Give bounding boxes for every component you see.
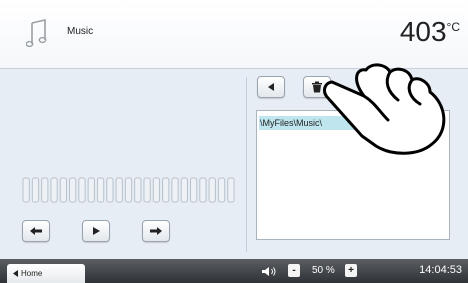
level-segment [31,177,40,203]
page-title: Music [67,26,94,37]
level-segment [106,177,114,203]
footer-bar: Home - 50 % + 14:04:53 [0,259,468,283]
speaker-icon [262,267,276,276]
folder-path-row[interactable]: \MyFiles\Music\ [259,116,360,130]
file-browser[interactable]: \MyFiles\Music\ [256,110,450,240]
volume-level: 50 % [312,265,335,276]
triangle-left-icon [268,83,274,91]
delete-button[interactable] [303,76,331,98]
arrow-left-icon [30,227,42,235]
temperature-display: 403°C [400,16,460,48]
next-button[interactable] [142,220,170,242]
level-segment [152,177,161,203]
arrow-right-icon [150,227,162,235]
trash-icon [312,81,322,93]
previous-button[interactable] [22,220,50,242]
level-segment [162,177,170,203]
volume-up-button[interactable]: + [345,264,357,277]
level-segment [69,177,77,203]
play-icon [93,227,100,235]
level-meter [22,177,235,203]
level-segment [22,177,30,203]
level-segment [115,177,123,203]
level-segment [59,177,68,203]
main-content: \MyFiles\Music\ [0,69,468,259]
home-button[interactable]: Home [7,264,85,283]
level-segment [171,177,179,203]
triangle-left-icon [13,270,18,277]
home-label: Home [21,269,43,278]
level-segment [50,177,58,203]
level-segment [41,177,49,203]
level-segment [78,177,86,203]
level-segment [217,177,226,203]
level-segment [189,177,198,203]
music-note-icon [26,18,47,48]
level-segment [208,177,216,203]
back-button[interactable] [257,76,285,98]
level-segment [227,177,235,203]
level-segment [143,177,151,203]
clock: 14:04:53 [419,264,462,276]
header-bar: Music 403°C [0,0,468,69]
play-button[interactable] [82,220,110,242]
level-segment [96,177,105,203]
level-segment [180,177,188,203]
temperature-value: 403 [399,16,447,47]
level-segment [199,177,207,203]
level-segment [124,177,133,203]
volume-down-button[interactable]: - [288,264,300,277]
temperature-unit: °C [446,20,460,34]
level-segment [134,177,142,203]
panel-divider [246,77,247,252]
level-segment [87,177,95,203]
